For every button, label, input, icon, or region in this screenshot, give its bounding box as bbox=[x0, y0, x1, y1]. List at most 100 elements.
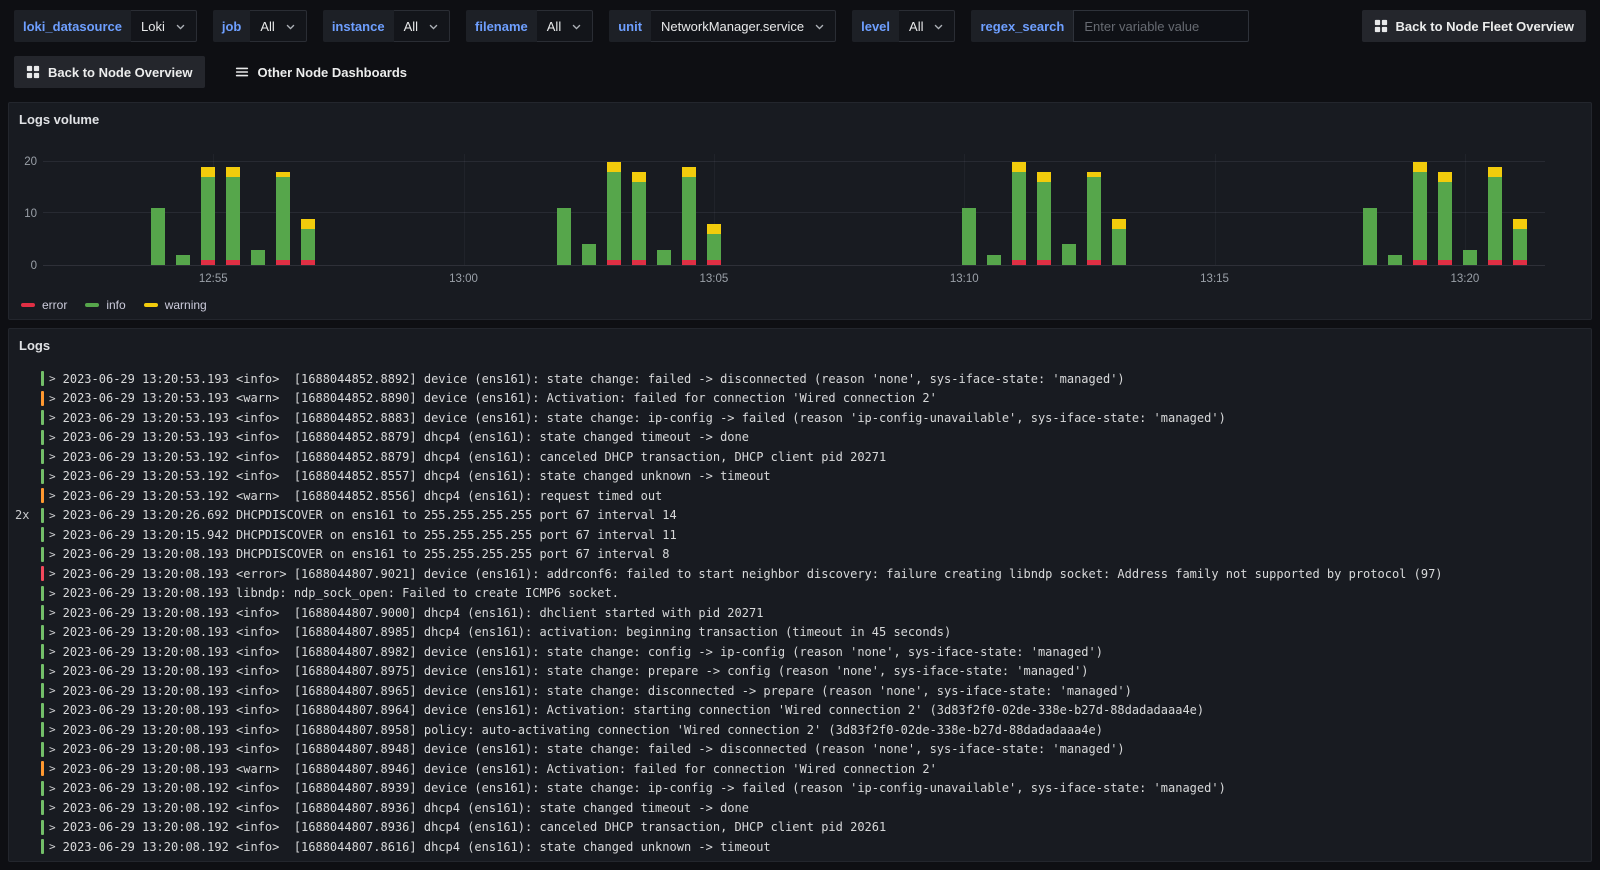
log-volume-bar[interactable] bbox=[201, 154, 216, 265]
log-volume-bar[interactable] bbox=[301, 154, 316, 265]
log-volume-bar[interactable] bbox=[151, 154, 166, 265]
log-row[interactable]: >2023-06-29 13:20:15.942 DHCPDISCOVER on… bbox=[15, 525, 1583, 545]
regex-search-input[interactable] bbox=[1073, 10, 1250, 42]
legend-item-warning[interactable]: warning bbox=[143, 298, 207, 312]
log-row[interactable]: >2023-06-29 13:20:08.192 <info> [1688044… bbox=[15, 837, 1583, 857]
log-volume-bar[interactable] bbox=[1487, 154, 1502, 265]
log-row[interactable]: >2023-06-29 13:20:53.193 <warn> [1688044… bbox=[15, 389, 1583, 409]
expand-chevron-icon[interactable]: > bbox=[49, 684, 56, 697]
expand-chevron-icon[interactable]: > bbox=[49, 567, 56, 580]
variable-dropdown-loki_datasource[interactable]: Loki bbox=[131, 10, 197, 42]
logs-volume-panel-title[interactable]: Logs volume bbox=[19, 112, 99, 127]
log-volume-bar[interactable] bbox=[631, 154, 646, 265]
log-row[interactable]: >2023-06-29 13:20:53.192 <warn> [1688044… bbox=[15, 486, 1583, 506]
log-volume-bar[interactable] bbox=[706, 154, 721, 265]
variable-dropdown-unit[interactable]: NetworkManager.service bbox=[651, 10, 837, 42]
expand-chevron-icon[interactable]: > bbox=[49, 509, 56, 522]
log-row[interactable]: >2023-06-29 13:20:53.192 <info> [1688044… bbox=[15, 467, 1583, 487]
log-volume-bar[interactable] bbox=[1512, 154, 1527, 265]
legend-item-error[interactable]: error bbox=[21, 298, 67, 312]
log-volume-bar[interactable] bbox=[962, 154, 977, 265]
log-volume-bar[interactable] bbox=[581, 154, 596, 265]
log-volume-bar[interactable] bbox=[987, 154, 1002, 265]
log-volume-bar[interactable] bbox=[1462, 154, 1477, 265]
expand-chevron-icon[interactable]: > bbox=[49, 450, 56, 463]
expand-chevron-icon[interactable]: > bbox=[49, 723, 56, 736]
expand-chevron-icon[interactable]: > bbox=[49, 528, 56, 541]
expand-chevron-icon[interactable]: > bbox=[49, 606, 56, 619]
expand-chevron-icon[interactable]: > bbox=[49, 587, 56, 600]
expand-chevron-icon[interactable]: > bbox=[49, 782, 56, 795]
y-tick-label: 10 bbox=[24, 207, 37, 220]
log-volume-bar[interactable] bbox=[606, 154, 621, 265]
log-row[interactable]: >2023-06-29 13:20:08.193 <info> [1688044… bbox=[15, 701, 1583, 721]
log-row[interactable]: >2023-06-29 13:20:08.193 <info> [1688044… bbox=[15, 642, 1583, 662]
log-level-indicator bbox=[41, 527, 44, 543]
chevron-down-icon bbox=[933, 21, 944, 32]
log-volume-bar[interactable] bbox=[1387, 154, 1402, 265]
log-row[interactable]: >2023-06-29 13:20:08.193 libndp: ndp_soc… bbox=[15, 584, 1583, 604]
log-row[interactable]: >2023-06-29 13:20:08.192 <info> [1688044… bbox=[15, 779, 1583, 799]
log-row[interactable]: 2x >2023-06-29 13:20:26.692 DHCPDISCOVER … bbox=[15, 506, 1583, 526]
log-level-indicator bbox=[41, 449, 44, 465]
variable-dropdown-level[interactable]: All bbox=[899, 10, 956, 42]
log-volume-bar[interactable] bbox=[1037, 154, 1052, 265]
variable-dropdown-instance[interactable]: All bbox=[393, 10, 451, 42]
log-row[interactable]: >2023-06-29 13:20:08.193 <info> [1688044… bbox=[15, 623, 1583, 643]
expand-chevron-icon[interactable]: > bbox=[49, 626, 56, 639]
expand-chevron-icon[interactable]: > bbox=[49, 548, 56, 561]
legend-item-info[interactable]: info bbox=[85, 298, 126, 312]
expand-chevron-icon[interactable]: > bbox=[49, 801, 56, 814]
log-volume-bar[interactable] bbox=[226, 154, 241, 265]
log-row[interactable]: >2023-06-29 13:20:53.192 <info> [1688044… bbox=[15, 447, 1583, 467]
variable-dropdown-job[interactable]: All bbox=[250, 10, 307, 42]
back-to-fleet-overview-button[interactable]: Back to Node Fleet Overview bbox=[1361, 10, 1586, 42]
log-row[interactable]: >2023-06-29 13:20:08.192 <info> [1688044… bbox=[15, 818, 1583, 838]
back-to-node-overview-button[interactable]: Back to Node Overview bbox=[14, 56, 205, 88]
x-tick-label: 13:20 bbox=[1450, 273, 1480, 285]
expand-chevron-icon[interactable]: > bbox=[49, 645, 56, 658]
expand-chevron-icon[interactable]: > bbox=[49, 762, 56, 775]
log-volume-bar[interactable] bbox=[176, 154, 191, 265]
log-volume-bar[interactable] bbox=[556, 154, 571, 265]
log-row[interactable]: >2023-06-29 13:20:08.193 <warn> [1688044… bbox=[15, 759, 1583, 779]
log-row[interactable]: >2023-06-29 13:20:08.193 <error> [168804… bbox=[15, 564, 1583, 584]
log-volume-bar[interactable] bbox=[1012, 154, 1027, 265]
logs-panel-title[interactable]: Logs bbox=[19, 338, 50, 353]
log-row[interactable]: >2023-06-29 13:20:08.193 <info> [1688044… bbox=[15, 740, 1583, 760]
variable-dropdown-filename[interactable]: All bbox=[536, 10, 594, 42]
log-row[interactable]: >2023-06-29 13:20:08.193 <info> [1688044… bbox=[15, 662, 1583, 682]
log-volume-bar[interactable] bbox=[681, 154, 696, 265]
log-volume-bar[interactable] bbox=[1087, 154, 1102, 265]
expand-chevron-icon[interactable]: > bbox=[49, 392, 56, 405]
log-row[interactable]: >2023-06-29 13:20:53.193 <info> [1688044… bbox=[15, 428, 1583, 448]
x-tick-label: 13:15 bbox=[1200, 273, 1229, 285]
expand-chevron-icon[interactable]: > bbox=[49, 743, 56, 756]
expand-chevron-icon[interactable]: > bbox=[49, 665, 56, 678]
expand-chevron-icon[interactable]: > bbox=[49, 704, 56, 717]
expand-chevron-icon[interactable]: > bbox=[49, 411, 56, 424]
log-volume-bar[interactable] bbox=[1437, 154, 1452, 265]
log-line-text: 2023-06-29 13:20:08.192 <info> [16880448… bbox=[62, 839, 771, 854]
log-row[interactable]: >2023-06-29 13:20:08.193 <info> [1688044… bbox=[15, 720, 1583, 740]
expand-chevron-icon[interactable]: > bbox=[49, 470, 56, 483]
expand-chevron-icon[interactable]: > bbox=[49, 489, 56, 502]
expand-chevron-icon[interactable]: > bbox=[49, 372, 56, 385]
log-row[interactable]: >2023-06-29 13:20:08.193 <info> [1688044… bbox=[15, 681, 1583, 701]
expand-chevron-icon[interactable]: > bbox=[49, 840, 56, 853]
other-node-dashboards-button[interactable]: Other Node Dashboards bbox=[231, 56, 412, 88]
log-volume-bar[interactable] bbox=[1112, 154, 1127, 265]
expand-chevron-icon[interactable]: > bbox=[49, 821, 56, 834]
log-volume-bar[interactable] bbox=[251, 154, 266, 265]
log-row[interactable]: >2023-06-29 13:20:08.192 <info> [1688044… bbox=[15, 798, 1583, 818]
log-row[interactable]: >2023-06-29 13:20:53.193 <info> [1688044… bbox=[15, 369, 1583, 389]
log-row[interactable]: >2023-06-29 13:20:08.193 <info> [1688044… bbox=[15, 603, 1583, 623]
log-row[interactable]: >2023-06-29 13:20:08.193 DHCPDISCOVER on… bbox=[15, 545, 1583, 565]
log-volume-bar[interactable] bbox=[276, 154, 291, 265]
expand-chevron-icon[interactable]: > bbox=[49, 431, 56, 444]
log-volume-bar[interactable] bbox=[656, 154, 671, 265]
log-row[interactable]: >2023-06-29 13:20:53.193 <info> [1688044… bbox=[15, 408, 1583, 428]
log-volume-bar[interactable] bbox=[1412, 154, 1427, 265]
log-volume-bar[interactable] bbox=[1062, 154, 1077, 265]
log-volume-bar[interactable] bbox=[1362, 154, 1377, 265]
